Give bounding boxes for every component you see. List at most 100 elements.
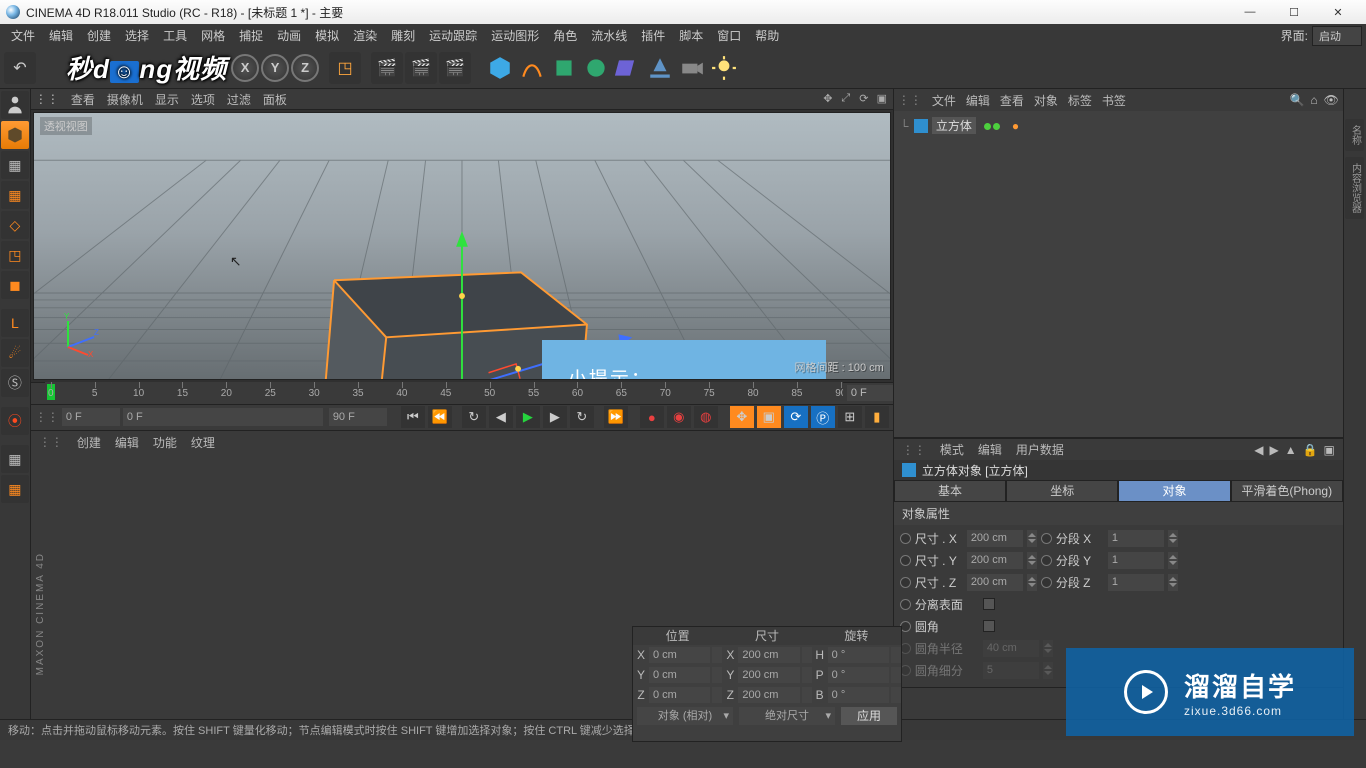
pos-x-field[interactable]: 0 cm	[649, 647, 710, 663]
play-button[interactable]: ▶	[516, 406, 540, 428]
vp-zoom-icon[interactable]: ⤢	[839, 92, 853, 106]
chk-fillet[interactable]	[983, 620, 995, 632]
play-back-button[interactable]: ↻	[462, 406, 486, 428]
time-start-field[interactable]: 0 F	[62, 408, 120, 426]
menu-plugins[interactable]: 插件	[634, 25, 672, 47]
texture-mode-button[interactable]: ▦	[1, 151, 29, 179]
key-pla-button[interactable]: ⊞	[838, 406, 862, 428]
menu-snap[interactable]: 捕捉	[232, 25, 270, 47]
key-dot-icon[interactable]	[900, 555, 911, 566]
vertex-mode-button[interactable]: ◇	[1, 211, 29, 239]
poly-mode-button[interactable]: ◼	[1, 271, 29, 299]
render-button[interactable]: 🎬	[371, 52, 403, 84]
layout-selector[interactable]: 启动	[1312, 26, 1362, 46]
size-y-field[interactable]: 200 cm	[738, 667, 799, 683]
menu-mesh[interactable]: 网格	[194, 25, 232, 47]
menu-select[interactable]: 选择	[118, 25, 156, 47]
spinner[interactable]	[712, 667, 722, 683]
spinner[interactable]	[1168, 530, 1178, 547]
menu-mograph[interactable]: 运动图形	[484, 25, 546, 47]
spinner[interactable]	[891, 687, 901, 703]
time-current-field[interactable]: 0 F	[123, 408, 323, 426]
tweak-mode-button[interactable]: ☄	[1, 339, 29, 367]
viewport-solo-button[interactable]: ▦	[1, 445, 29, 473]
axis-z-button[interactable]: Z	[291, 54, 319, 82]
record-button[interactable]: ●	[640, 406, 664, 428]
mm-edit[interactable]: 编辑	[115, 434, 139, 451]
spinner[interactable]	[802, 647, 812, 663]
menu-pipeline[interactable]: 流水线	[584, 25, 634, 47]
pos-y-field[interactable]: 0 cm	[649, 667, 710, 683]
environment-button[interactable]	[645, 53, 675, 83]
vp-rotate-icon[interactable]: ⟳	[857, 92, 871, 106]
vp-move-icon[interactable]: ✥	[821, 92, 835, 106]
rot-p-field[interactable]: 0 °	[828, 667, 889, 683]
spinner[interactable]	[1027, 574, 1037, 591]
om-home-icon[interactable]: ⌂	[1310, 93, 1317, 107]
menu-render[interactable]: 渲染	[346, 25, 384, 47]
om-eye-icon[interactable]: 👁	[1324, 93, 1339, 107]
om-objects[interactable]: 对象	[1034, 92, 1058, 109]
spinner[interactable]	[1027, 530, 1037, 547]
coord-system-button[interactable]: ◳	[329, 52, 361, 84]
camera-button[interactable]	[677, 53, 707, 83]
deformer-button[interactable]	[613, 53, 643, 83]
vtab-content-browser[interactable]: 内容浏览器	[1345, 157, 1364, 219]
vp-maximize-icon[interactable]: ▣	[875, 92, 889, 106]
model-mode-button[interactable]	[1, 121, 29, 149]
vpmenu-camera[interactable]: 摄像机	[107, 91, 143, 108]
om-view[interactable]: 查看	[1000, 92, 1024, 109]
spinner[interactable]	[1027, 552, 1037, 569]
axis-tool-button[interactable]: L	[1, 309, 29, 337]
vpmenu-display[interactable]: 显示	[155, 91, 179, 108]
spinner[interactable]	[712, 647, 722, 663]
play-fwd-button[interactable]: ↻	[570, 406, 594, 428]
key-dot-icon[interactable]	[900, 533, 911, 544]
key-rot-button[interactable]: ⟳	[784, 406, 808, 428]
timeline[interactable]: 051015202530354045505560657075808590 0 F	[31, 382, 893, 404]
am-edit[interactable]: 编辑	[978, 441, 1002, 458]
size-mode-select[interactable]: 绝对尺寸	[739, 707, 835, 725]
viewport[interactable]: 透视视图 ↖ 小提示： 选中物体 网格间距 : 100 cm Y Z X	[33, 112, 891, 380]
rot-b-field[interactable]: 0 °	[828, 687, 889, 703]
tab-object[interactable]: 对象	[1118, 480, 1230, 502]
om-search-icon[interactable]: 🔍	[1289, 93, 1304, 107]
am-fwd-icon[interactable]: ▶	[1269, 443, 1278, 457]
am-back-icon[interactable]: ◀	[1254, 443, 1263, 457]
array-button[interactable]	[581, 53, 611, 83]
mm-func[interactable]: 功能	[153, 434, 177, 451]
key-dot-icon[interactable]	[900, 599, 911, 610]
viewport-solo-off-button[interactable]: ▦	[1, 475, 29, 503]
phong-tag-icon[interactable]: ●	[1012, 119, 1019, 133]
time-end-field[interactable]: 90 F	[329, 408, 387, 426]
close-button[interactable]: ✕	[1316, 0, 1360, 24]
am-new-icon[interactable]: ▣	[1324, 443, 1335, 457]
object-tree[interactable]: └ 立方体 ●	[894, 111, 1343, 437]
vp-grip-icon[interactable]: ⋮⋮	[35, 92, 59, 106]
spinner[interactable]	[891, 667, 901, 683]
tree-item-label[interactable]: 立方体	[932, 117, 976, 134]
field-size-x[interactable]: 200 cm	[967, 530, 1023, 547]
om-bookmarks[interactable]: 书签	[1102, 92, 1126, 109]
field-seg-x[interactable]: 1	[1108, 530, 1164, 547]
rot-h-field[interactable]: 0 °	[828, 647, 889, 663]
axis-y-button[interactable]: Y	[261, 54, 289, 82]
vtab-name[interactable]: 名称	[1345, 119, 1364, 151]
tree-item-cube[interactable]: └ 立方体 ●	[898, 115, 1339, 136]
vpmenu-filter[interactable]: 过滤	[227, 91, 251, 108]
key-dot-icon[interactable]	[900, 577, 911, 588]
coord-mode-select[interactable]: 对象 (相对)	[637, 707, 733, 725]
menu-edit[interactable]: 编辑	[42, 25, 80, 47]
field-seg-z[interactable]: 1	[1108, 574, 1164, 591]
mm-texture[interactable]: 纹理	[191, 434, 215, 451]
maximize-button[interactable]: ☐	[1272, 0, 1316, 24]
menu-create[interactable]: 创建	[80, 25, 118, 47]
point-mode-button[interactable]: ▦	[1, 181, 29, 209]
om-file[interactable]: 文件	[932, 92, 956, 109]
size-z-field[interactable]: 200 cm	[738, 687, 799, 703]
key-dot-icon[interactable]	[1041, 577, 1052, 588]
chk-separate[interactable]	[983, 598, 995, 610]
vpmenu-options[interactable]: 选项	[191, 91, 215, 108]
tree-expander-icon[interactable]: └	[900, 119, 910, 133]
menu-file[interactable]: 文件	[4, 25, 42, 47]
